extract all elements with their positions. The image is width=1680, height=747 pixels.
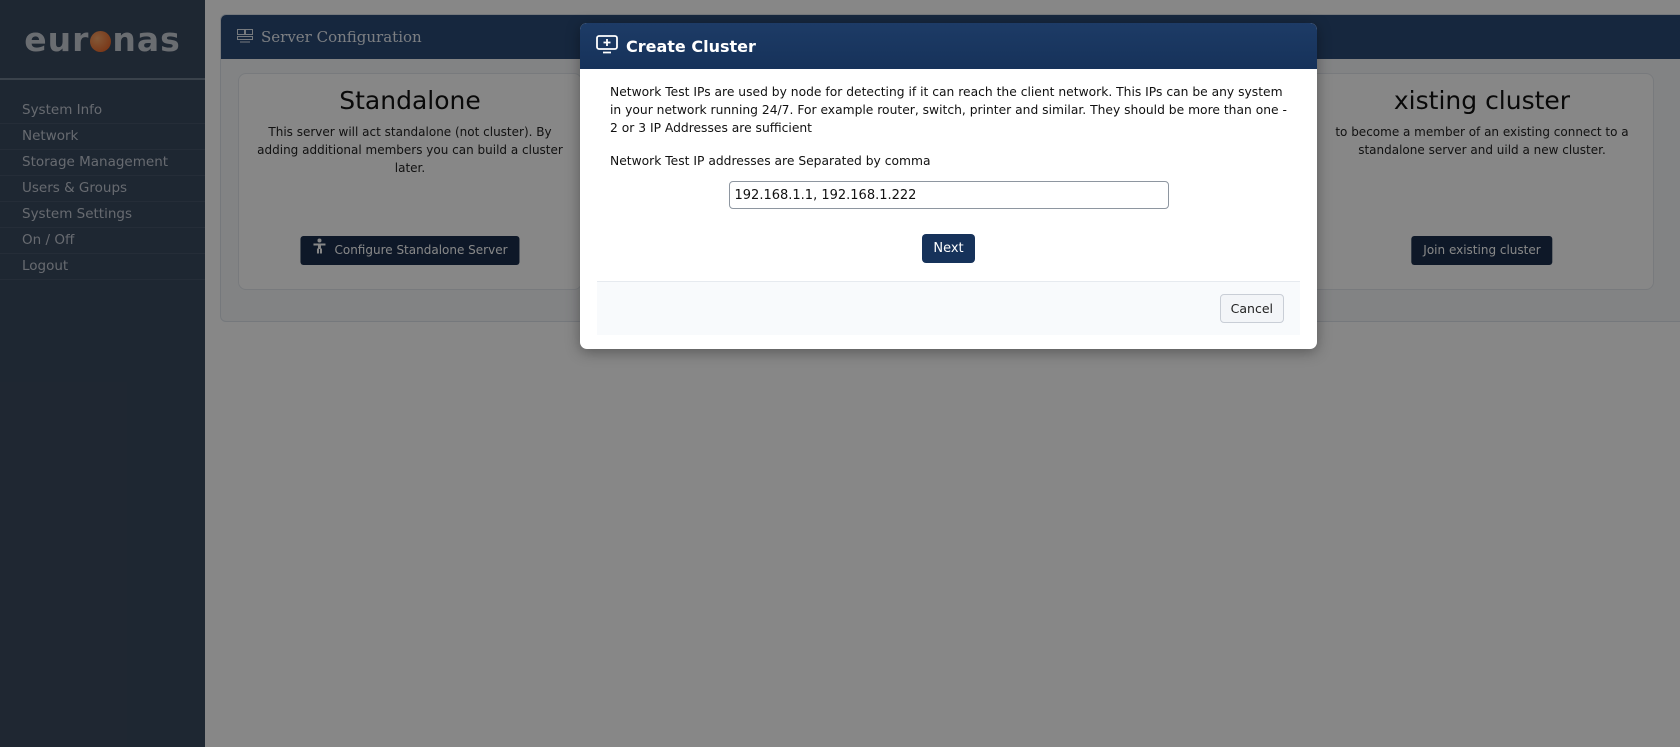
dialog-header: Create Cluster [580, 23, 1317, 69]
create-cluster-dialog: Create Cluster Network Test IPs are used… [580, 23, 1317, 349]
dialog-footer: Cancel [597, 281, 1300, 335]
dialog-description: Network Test IPs are used by node for de… [610, 85, 1287, 135]
dialog-body: Network Test IPs are used by node for de… [580, 69, 1317, 263]
network-test-ip-input[interactable] [728, 181, 1169, 209]
cluster-add-icon [596, 34, 618, 58]
ip-addresses-label: Network Test IP addresses are Separated … [610, 154, 931, 168]
cancel-button[interactable]: Cancel [1219, 294, 1284, 323]
next-button[interactable]: Next [922, 234, 975, 263]
dialog-title: Create Cluster [626, 36, 756, 56]
